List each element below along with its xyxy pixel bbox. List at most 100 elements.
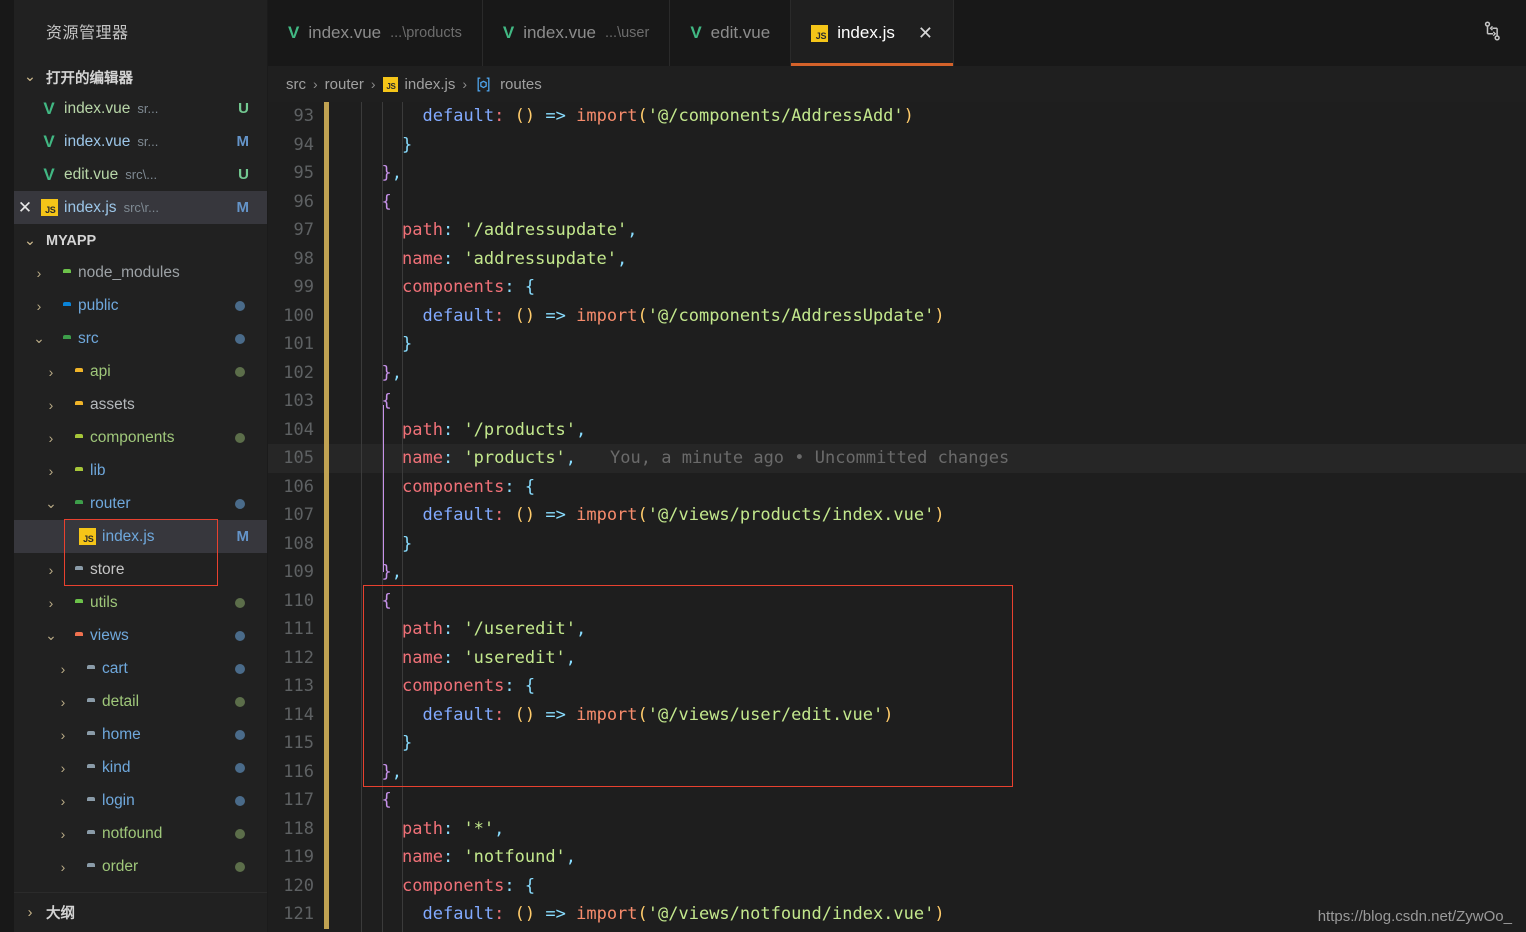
tree-item-utils[interactable]: › utils bbox=[14, 586, 267, 619]
tree-item-login[interactable]: › login bbox=[14, 784, 267, 817]
workspace-header[interactable]: ⌄ MYAPP bbox=[14, 226, 267, 256]
chevron-down-icon[interactable]: ⌄ bbox=[28, 330, 50, 347]
tree-item-router[interactable]: ⌄ router bbox=[14, 487, 267, 520]
code-line[interactable]: 120 components: { bbox=[268, 871, 1526, 900]
code-line[interactable]: 114 default: () => import('@/views/user/e… bbox=[268, 700, 1526, 729]
chevron-right-icon[interactable]: › bbox=[28, 265, 50, 281]
chevron-right-icon[interactable]: › bbox=[40, 595, 62, 611]
tree-item-notfound[interactable]: › notfound bbox=[14, 817, 267, 850]
code-line[interactable]: 105 name: 'products', You, a minute ago • … bbox=[268, 444, 1526, 473]
code-line[interactable]: 98 name: 'addressupdate', bbox=[268, 244, 1526, 273]
git-status-badge: M bbox=[236, 528, 250, 545]
tab-index-js[interactable]: JS index.js ✕ bbox=[791, 0, 954, 66]
code-line[interactable]: 97 path: '/addressupdate', bbox=[268, 216, 1526, 245]
git-modified-gutter bbox=[324, 216, 329, 245]
chevron-right-icon[interactable]: › bbox=[52, 694, 74, 710]
chevron-down-icon[interactable]: ⌄ bbox=[40, 627, 62, 644]
chevron-right-icon[interactable]: › bbox=[52, 793, 74, 809]
tree-item-api[interactable]: › api bbox=[14, 355, 267, 388]
code-line[interactable]: 101} bbox=[268, 330, 1526, 359]
tree-item-label: public bbox=[78, 296, 119, 314]
code-line[interactable]: 103 { bbox=[268, 387, 1526, 416]
split-compare-icon[interactable] bbox=[1482, 20, 1504, 47]
open-editor-item[interactable]: Vindex.vue sr... U bbox=[14, 92, 267, 125]
tree-item-detail[interactable]: › detail bbox=[14, 685, 267, 718]
code-line[interactable]: 118 path: '*', bbox=[268, 814, 1526, 843]
code-line[interactable]: 95}, bbox=[268, 159, 1526, 188]
code-line[interactable]: 110 { bbox=[268, 586, 1526, 615]
code-editor[interactable]: 93 default: () => import('@/components/Ad… bbox=[268, 102, 1526, 932]
code-line[interactable]: 112 name: 'useredit', bbox=[268, 643, 1526, 672]
breadcrumb-item-indexjs[interactable]: index.js bbox=[405, 76, 456, 93]
code-line[interactable]: 119 name: 'notfound', bbox=[268, 843, 1526, 872]
tab-index-vue[interactable]: Vindex.vue ...\products bbox=[268, 0, 483, 66]
code-token: import bbox=[576, 305, 638, 326]
code-token: '/useredit' bbox=[463, 619, 577, 640]
tree-item-store[interactable]: › store bbox=[14, 553, 267, 586]
chevron-right-icon[interactable]: › bbox=[40, 364, 62, 380]
breadcrumb-item-routes[interactable]: routes bbox=[500, 76, 542, 93]
tab-index-vue[interactable]: Vindex.vue ...\user bbox=[482, 0, 671, 66]
chevron-right-icon[interactable]: › bbox=[52, 859, 74, 875]
open-editor-item[interactable]: Vedit.vue src\... U bbox=[14, 158, 267, 191]
tree-item-kind[interactable]: › kind bbox=[14, 751, 267, 784]
code-token: : bbox=[504, 676, 525, 697]
tree-item-lib[interactable]: › lib bbox=[14, 454, 267, 487]
tree-item-cart[interactable]: › cart bbox=[14, 652, 267, 685]
open-editor-item[interactable]: Vindex.vue sr... M bbox=[14, 125, 267, 158]
close-icon[interactable]: ✕ bbox=[14, 198, 36, 218]
code-line[interactable]: 113 components: { bbox=[268, 672, 1526, 701]
code-line[interactable]: 102}, bbox=[268, 358, 1526, 387]
tree-item-node-modules[interactable]: › node_modules bbox=[14, 256, 267, 289]
close-icon[interactable]: ✕ bbox=[918, 23, 933, 44]
git-status-dot bbox=[235, 498, 245, 509]
git-status-dot bbox=[235, 696, 245, 707]
code-line[interactable]: 94} bbox=[268, 130, 1526, 159]
code-line[interactable]: 96 { bbox=[268, 187, 1526, 216]
tree-item-index-js[interactable]: ·JS index.js M bbox=[14, 520, 267, 553]
code-line[interactable]: 107 default: () => import('@/views/produc… bbox=[268, 501, 1526, 530]
breadcrumb-item-src[interactable]: src bbox=[286, 76, 306, 93]
chevron-right-icon[interactable]: › bbox=[52, 661, 74, 677]
tree-item-order[interactable]: › order bbox=[14, 850, 267, 883]
tree-item-src[interactable]: ⌄ src bbox=[14, 322, 267, 355]
code-line[interactable]: 111 path: '/useredit', bbox=[268, 615, 1526, 644]
code-line[interactable]: 100 default: () => import('@/components/A… bbox=[268, 301, 1526, 330]
tree-item-components[interactable]: › components bbox=[14, 421, 267, 454]
code-line[interactable]: 106 components: { bbox=[268, 472, 1526, 501]
breadcrumb-item-router[interactable]: router bbox=[325, 76, 364, 93]
chevron-right-icon[interactable]: › bbox=[40, 430, 62, 446]
chevron-right-icon[interactable]: › bbox=[52, 760, 74, 776]
code-line[interactable]: 116}, bbox=[268, 757, 1526, 786]
chevron-right-icon[interactable]: › bbox=[52, 727, 74, 743]
activity-bar[interactable] bbox=[0, 0, 14, 932]
git-modified-gutter bbox=[324, 130, 329, 159]
chevron-right-icon[interactable]: › bbox=[40, 562, 62, 578]
code-token: 'addressupdate' bbox=[463, 248, 617, 269]
tree-item-views[interactable]: ⌄ views bbox=[14, 619, 267, 652]
open-editor-item[interactable]: ✕ JS index.js src\r... M bbox=[14, 191, 267, 224]
code-token: , bbox=[576, 619, 587, 640]
tree-item-assets[interactable]: › assets bbox=[14, 388, 267, 421]
chevron-right-icon[interactable]: › bbox=[40, 463, 62, 479]
chevron-down-icon[interactable]: ⌄ bbox=[40, 495, 62, 512]
tab-edit-vue[interactable]: Vedit.vue bbox=[670, 0, 792, 66]
tree-item-public[interactable]: › public bbox=[14, 289, 267, 322]
code-line[interactable]: 104 path: '/products', bbox=[268, 415, 1526, 444]
breadcrumb[interactable]: src › router › JS index.js › routes bbox=[268, 66, 1526, 102]
open-editors-header[interactable]: ⌄ 打开的编辑器 bbox=[14, 62, 267, 92]
chevron-right-icon[interactable]: › bbox=[28, 298, 50, 314]
code-line[interactable]: 108} bbox=[268, 529, 1526, 558]
outline-section-header[interactable]: › 大纲 bbox=[14, 892, 267, 932]
chevron-right-icon[interactable]: › bbox=[40, 397, 62, 413]
code-line[interactable]: 93 default: () => import('@/components/Ad… bbox=[268, 102, 1526, 131]
code-line[interactable]: 115} bbox=[268, 729, 1526, 758]
code-line[interactable]: 99 components: { bbox=[268, 273, 1526, 302]
code-line[interactable]: 117 { bbox=[268, 786, 1526, 815]
tree-item-home[interactable]: › home bbox=[14, 718, 267, 751]
file-tree[interactable]: › node_modules › public ⌄ src › api › assets › comp… bbox=[14, 256, 267, 892]
code-line[interactable]: 109}, bbox=[268, 558, 1526, 587]
git-status-dot bbox=[235, 366, 245, 377]
chevron-right-icon[interactable]: › bbox=[52, 826, 74, 842]
git-status-dot bbox=[235, 861, 245, 872]
